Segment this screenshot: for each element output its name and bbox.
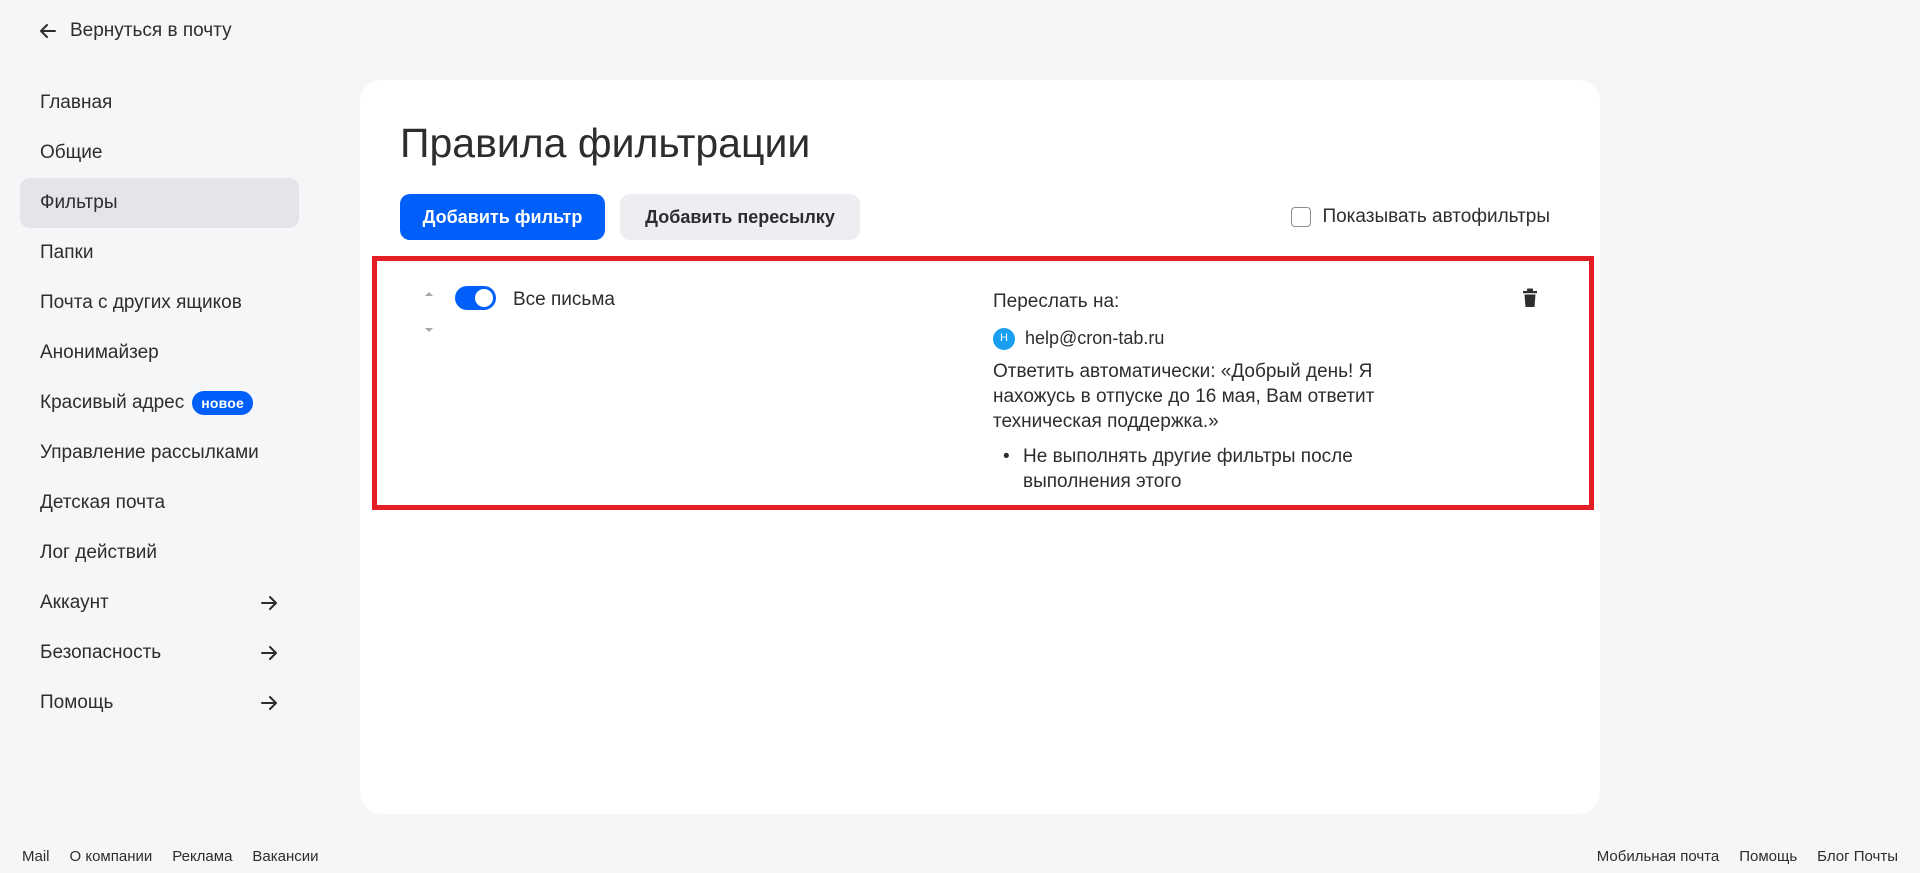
sidebar-item-folders[interactable]: Папки bbox=[20, 228, 299, 278]
forward-email-chip: H help@cron-tab.ru bbox=[993, 326, 1413, 351]
arrow-right-icon bbox=[261, 596, 277, 610]
arrow-right-icon bbox=[261, 646, 277, 660]
footer-link-mobile-mail[interactable]: Мобильная почта bbox=[1597, 848, 1719, 865]
sidebar-item-help[interactable]: Помощь bbox=[20, 678, 299, 728]
sidebar-item-label: Общие bbox=[40, 142, 103, 163]
footer-link-about[interactable]: О компании bbox=[70, 848, 153, 865]
settings-sidebar: Главная Общие Фильтры Папки Почта с друг… bbox=[20, 78, 299, 728]
show-autofilters-checkbox[interactable] bbox=[1291, 207, 1312, 227]
arrow-left-icon bbox=[40, 24, 56, 38]
footer-link-ads[interactable]: Реклама bbox=[172, 848, 232, 865]
autoreply-text: Ответить автоматически: «Добрый день! Я … bbox=[993, 361, 1375, 432]
sidebar-item-label: Папки bbox=[40, 242, 94, 263]
sidebar-item-label: Безопасность bbox=[40, 642, 162, 663]
sidebar-item-action-log[interactable]: Лог действий bbox=[20, 528, 299, 578]
add-forward-button[interactable]: Добавить пересылку bbox=[620, 194, 860, 240]
footer-links-left: Mail О компании Реклама Вакансии bbox=[22, 848, 319, 865]
arrow-right-icon bbox=[261, 696, 277, 710]
sidebar-item-label: Лог действий bbox=[40, 542, 158, 563]
sidebar-item-account[interactable]: Аккаунт bbox=[20, 578, 299, 628]
move-up-icon[interactable] bbox=[422, 287, 436, 301]
footer-link-blog[interactable]: Блог Почты bbox=[1817, 848, 1898, 865]
sidebar-item-label: Аккаунт bbox=[40, 592, 109, 613]
sidebar-item-kids-mail[interactable]: Детская почта bbox=[20, 478, 299, 528]
forward-label: Переслать на: bbox=[993, 291, 1120, 312]
forward-email: help@cron-tab.ru bbox=[1025, 328, 1165, 348]
move-down-icon[interactable] bbox=[422, 323, 436, 337]
sidebar-item-label: Красивый адрес bbox=[40, 392, 185, 413]
new-badge: новое bbox=[192, 391, 254, 415]
sidebar-item-label: Детская почта bbox=[40, 492, 166, 513]
stop-processing-text: Не выполнять другие фильтры после выполн… bbox=[1023, 446, 1353, 492]
avatar: H bbox=[993, 327, 1015, 350]
sidebar-item-anonymizer[interactable]: Анонимайзер bbox=[20, 328, 299, 378]
back-to-mail-link[interactable]: Вернуться в почту bbox=[38, 20, 232, 42]
footer-links-right: Мобильная почта Помощь Блог Почты bbox=[1597, 848, 1898, 865]
bullet-icon: • bbox=[1003, 446, 1010, 467]
add-filter-button[interactable]: Добавить фильтр bbox=[400, 194, 605, 240]
filter-condition: Все письма bbox=[513, 289, 615, 310]
sidebar-item-other-mailboxes[interactable]: Почта с других ящиков bbox=[20, 278, 299, 328]
filters-card: Правила фильтрации Добавить фильтр Добав… bbox=[360, 80, 1600, 814]
footer-link-mail[interactable]: Mail bbox=[22, 848, 50, 865]
trash-icon[interactable] bbox=[1521, 288, 1539, 308]
show-autofilters-label: Показывать автофильтры bbox=[1322, 206, 1550, 227]
stop-processing-item: • Не выполнять другие фильтры после выпо… bbox=[993, 444, 1413, 494]
sidebar-item-label: Анонимайзер bbox=[40, 342, 159, 363]
page-title: Правила фильтрации bbox=[400, 120, 811, 166]
sidebar-item-newsletters[interactable]: Управление рассылками bbox=[20, 428, 299, 478]
sidebar-item-label: Главная bbox=[40, 92, 113, 113]
sidebar-item-security[interactable]: Безопасность bbox=[20, 628, 299, 678]
filter-row: Все письма Переслать на: H help@cron-tab… bbox=[372, 256, 1594, 510]
sidebar-item-label: Фильтры bbox=[40, 192, 118, 213]
sidebar-item-beautiful-address[interactable]: Красивый адрес новое bbox=[20, 378, 299, 428]
sidebar-item-label: Помощь bbox=[40, 692, 114, 713]
sidebar-item-label: Управление рассылками bbox=[40, 442, 259, 463]
footer-link-help[interactable]: Помощь bbox=[1739, 848, 1797, 865]
show-autofilters-toggle[interactable]: Показывать автофильтры bbox=[1291, 206, 1550, 228]
sidebar-item-general[interactable]: Общие bbox=[20, 128, 299, 178]
back-to-mail-label: Вернуться в почту bbox=[70, 20, 232, 41]
filter-enabled-toggle[interactable] bbox=[455, 286, 496, 310]
sidebar-item-filters[interactable]: Фильтры bbox=[20, 178, 299, 228]
sidebar-item-home[interactable]: Главная bbox=[20, 78, 299, 128]
reorder-controls bbox=[422, 287, 436, 337]
sidebar-item-label: Почта с других ящиков bbox=[40, 292, 242, 313]
filter-actions: Переслать на: H help@cron-tab.ru Ответит… bbox=[993, 289, 1413, 494]
footer-link-jobs[interactable]: Вакансии bbox=[252, 848, 318, 865]
